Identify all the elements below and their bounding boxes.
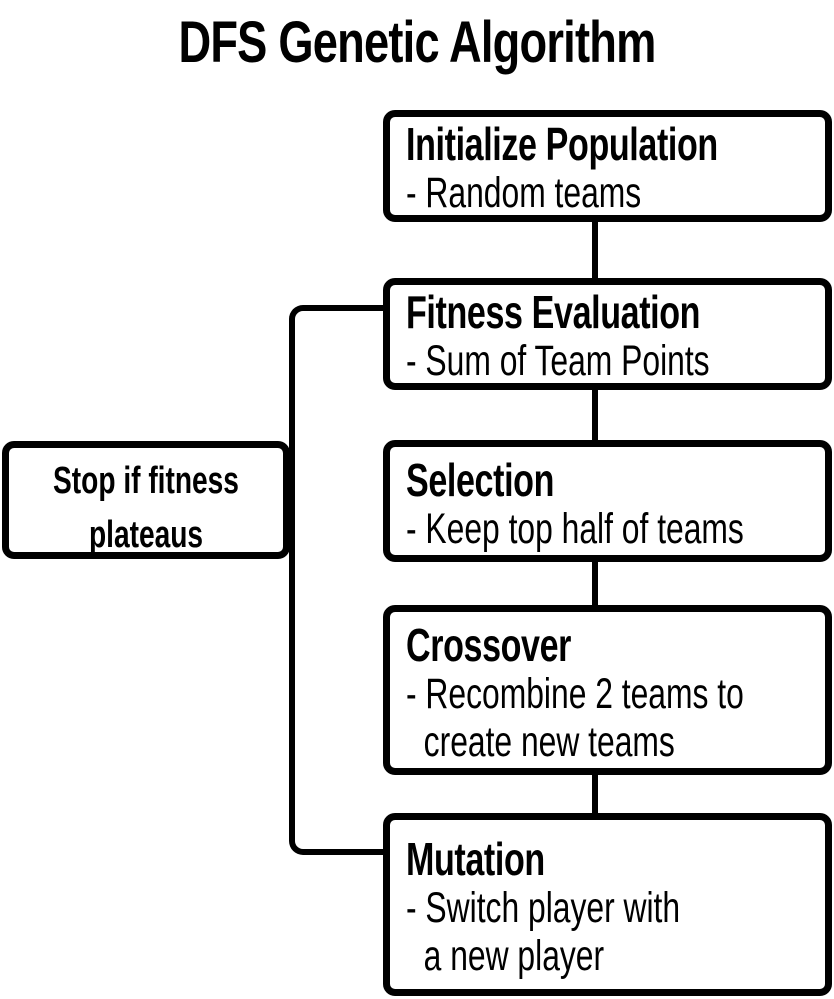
- step-fitness-evaluation: Fitness Evaluation - Sum of Team Points: [383, 278, 832, 390]
- step-description: - Sum of Team Points: [406, 337, 710, 385]
- step-initialize-population: Initialize Population - Random teams: [383, 110, 832, 222]
- step-title: Crossover: [406, 619, 572, 671]
- connector-crossover-mutation: [592, 771, 598, 817]
- feedback-loop-connector: [289, 305, 389, 855]
- step-title: Initialize Population: [406, 118, 718, 170]
- connector-init-fitness: [592, 218, 598, 282]
- step-mutation: Mutation - Switch player with a new play…: [383, 813, 832, 996]
- connector-fitness-selection: [592, 386, 598, 444]
- step-title: Fitness Evaluation: [406, 286, 701, 338]
- step-description: - Switch player with a new player: [406, 884, 681, 980]
- stop-condition-line1: Stop if fitness: [53, 460, 239, 502]
- step-description: - Recombine 2 teams to create new teams: [406, 670, 744, 766]
- step-title: Selection: [406, 454, 555, 506]
- step-crossover: Crossover - Recombine 2 teams to create …: [383, 605, 832, 775]
- step-description: - Keep top half of teams: [406, 505, 744, 553]
- connector-selection-crossover: [592, 558, 598, 608]
- stop-condition-box: Stop if fitness plateaus: [2, 441, 290, 559]
- step-description: - Random teams: [406, 169, 642, 217]
- stop-condition-line2: plateaus: [88, 514, 204, 556]
- step-title: Mutation: [406, 833, 545, 885]
- stop-condition-text: Stop if fitness plateaus: [45, 454, 248, 556]
- step-selection: Selection - Keep top half of teams: [383, 440, 832, 562]
- diagram-title: DFS Genetic Algorithm: [178, 10, 656, 75]
